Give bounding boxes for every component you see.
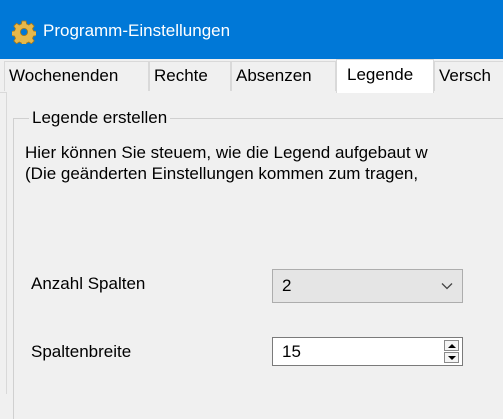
columns-select-value: 2 [282,276,292,295]
tab-wochenenden[interactable]: Wochenenden [4,61,149,91]
width-stepper-value: 15 [282,342,301,361]
title-bar: Programm-Einstellungen [0,0,503,59]
width-stepper[interactable]: 15 [272,337,463,366]
tab-strip: Wochenenden Rechte Absenzen Legende Vers… [0,59,503,93]
description-line-1: Hier können Sie steuem, wie die Legend a… [25,143,428,162]
tab-absenzen[interactable]: Absenzen [231,61,336,91]
decrement-button[interactable] [444,352,459,363]
chevron-down-icon [440,279,454,293]
gear-icon [11,20,37,47]
tab-rechte[interactable]: Rechte [149,61,231,91]
width-label: Spaltenbreite [31,342,132,361]
increment-button[interactable] [444,340,459,351]
columns-select[interactable]: 2 [272,269,463,303]
window-title: Programm-Einstellungen [43,21,231,40]
tab-legende[interactable]: Legende [336,59,434,93]
columns-label: Anzahl Spalten [31,274,146,293]
stepper-buttons [444,340,459,363]
group-title: Legende erstellen [29,107,171,129]
tab-versch[interactable]: Versch [434,61,503,91]
description-line-2: (Die geänderten Einstellungen kommen zum… [25,164,419,183]
